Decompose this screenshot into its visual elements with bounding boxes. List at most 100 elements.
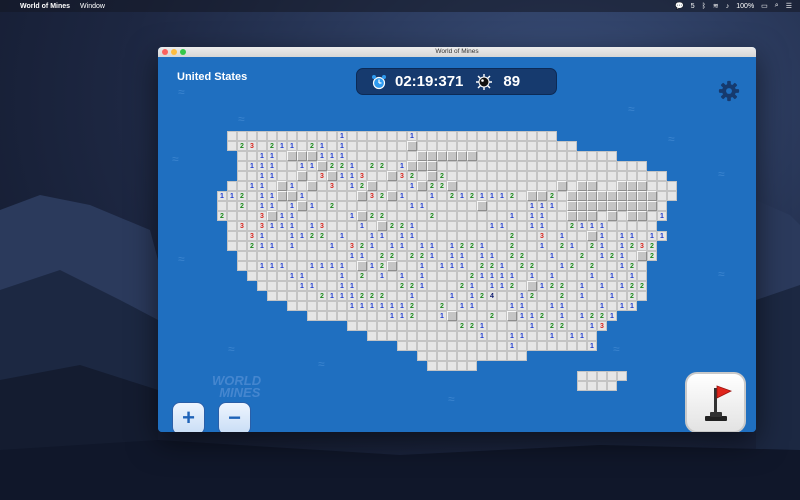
mine-tile[interactable] [617,201,627,211]
mine-tile[interactable] [247,271,257,281]
mine-tile[interactable] [497,211,507,221]
mine-tile[interactable] [427,171,437,181]
mine-tile[interactable]: 1 [507,331,517,341]
mine-tile[interactable] [417,181,427,191]
mine-tile[interactable] [507,221,517,231]
mine-tile[interactable] [247,211,257,221]
mine-tile[interactable] [377,311,387,321]
mine-tile[interactable] [367,321,377,331]
mine-tile[interactable] [567,171,577,181]
mine-tile[interactable] [617,191,627,201]
mine-tile[interactable]: 2 [377,251,387,261]
mine-tile[interactable] [547,311,557,321]
mine-tile[interactable] [347,141,357,151]
mine-tile[interactable] [657,181,667,191]
mine-tile[interactable]: 1 [267,201,277,211]
mine-tile[interactable] [557,331,567,341]
mine-tile[interactable]: 1 [397,271,407,281]
mine-tile[interactable] [287,171,297,181]
mine-tile[interactable] [577,161,587,171]
mine-tile[interactable] [467,331,477,341]
mine-tile[interactable] [427,311,437,321]
mine-tile[interactable]: 3 [597,321,607,331]
mine-tile[interactable] [627,201,637,211]
mine-tile[interactable] [297,141,307,151]
mine-tile[interactable] [567,251,577,261]
mine-tile[interactable]: 1 [477,191,487,201]
mine-tile[interactable] [547,151,557,161]
mine-tile[interactable]: 2 [587,261,597,271]
mine-tile[interactable] [547,141,557,151]
mine-tile[interactable] [517,221,527,231]
mine-tile[interactable] [407,271,417,281]
mine-tile[interactable] [447,361,457,371]
mine-tile[interactable] [377,141,387,151]
mine-tile[interactable]: 1 [217,191,227,201]
mine-tile[interactable] [317,191,327,201]
mine-tile[interactable] [367,251,377,261]
mine-tile[interactable]: 2 [627,281,637,291]
mine-tile[interactable] [427,331,437,341]
mine-tile[interactable] [497,251,507,261]
mine-tile[interactable] [317,181,327,191]
mine-tile[interactable] [437,221,447,231]
mine-tile[interactable] [377,151,387,161]
mine-tile[interactable]: 1 [427,251,437,261]
mine-tile[interactable] [417,301,427,311]
mine-tile[interactable] [387,291,397,301]
mine-tile[interactable]: 1 [507,301,517,311]
mine-tile[interactable]: 1 [627,301,637,311]
mine-tile[interactable]: 1 [597,281,607,291]
mine-tile[interactable] [587,381,597,391]
mine-tile[interactable]: 1 [507,341,517,351]
mine-tile[interactable] [377,131,387,141]
mine-tile[interactable]: 2 [367,211,377,221]
notification-icon[interactable]: 💬 [675,2,684,10]
mine-tile[interactable] [587,211,597,221]
mine-tile[interactable]: 1 [597,221,607,231]
mine-tile[interactable] [287,191,297,201]
mine-tile[interactable] [427,361,437,371]
mine-tile[interactable] [277,201,287,211]
mine-tile[interactable] [337,181,347,191]
mine-tile[interactable] [517,351,527,361]
mine-tile[interactable] [277,131,287,141]
mine-tile[interactable]: 1 [457,191,467,201]
mine-tile[interactable] [437,241,447,251]
mine-tile[interactable]: 1 [617,281,627,291]
mine-tile[interactable]: 2 [517,261,527,271]
mine-tile[interactable]: 1 [517,291,527,301]
mine-tile[interactable]: 2 [587,241,597,251]
mine-tile[interactable] [427,271,437,281]
mine-tile[interactable] [387,171,397,181]
mine-tile[interactable] [397,291,407,301]
mine-tile[interactable] [537,181,547,191]
mine-tile[interactable] [417,191,427,201]
mine-tile[interactable]: 1 [317,151,327,161]
mine-tile[interactable]: 2 [377,261,387,271]
mine-tile[interactable] [487,151,497,161]
mine-tile[interactable]: 1 [517,311,527,321]
mine-tile[interactable] [227,181,237,191]
mine-tile[interactable] [347,311,357,321]
mine-tile[interactable]: 1 [597,301,607,311]
mine-tile[interactable] [467,171,477,181]
mine-tile[interactable] [407,261,417,271]
mine-tile[interactable] [227,221,237,231]
mine-tile[interactable] [607,371,617,381]
mine-tile[interactable]: 1 [367,231,377,241]
mine-tile[interactable] [507,161,517,171]
mine-tile[interactable] [617,291,627,301]
mine-tile[interactable]: 1 [347,281,357,291]
mine-tile[interactable]: 1 [507,271,517,281]
mine-tile[interactable] [507,291,517,301]
mine-tile[interactable] [247,171,257,181]
mine-tile[interactable] [317,281,327,291]
mine-tile[interactable]: 1 [287,231,297,241]
mine-tile[interactable]: 2 [407,301,417,311]
mine-tile[interactable]: 2 [487,311,497,321]
mine-tile[interactable] [367,181,377,191]
mine-tile[interactable]: 1 [407,131,417,141]
mine-tile[interactable] [587,291,597,301]
mine-tile[interactable]: 1 [527,311,537,321]
